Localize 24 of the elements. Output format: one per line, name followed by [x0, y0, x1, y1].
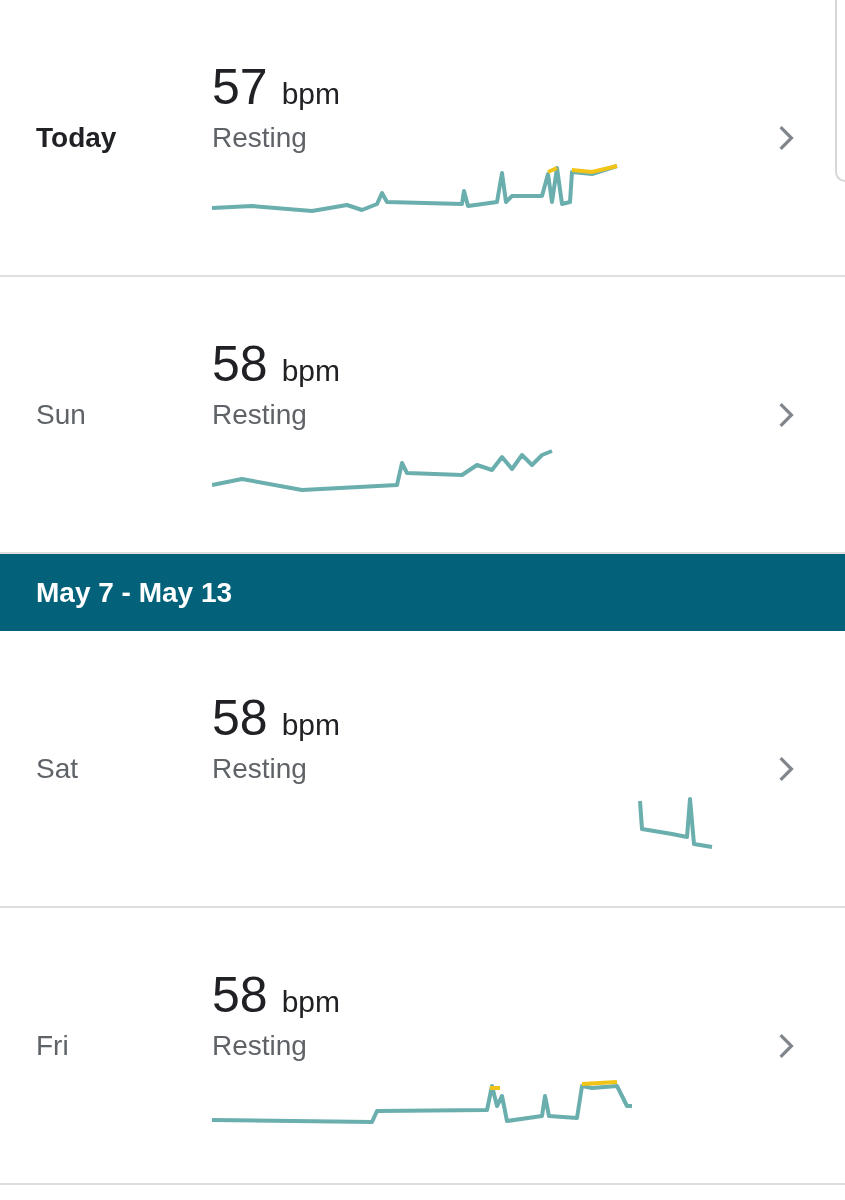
chevron-right-icon[interactable]: [778, 401, 794, 428]
heart-rate-value: 58: [212, 334, 268, 393]
unit-label: bpm: [281, 76, 340, 111]
resting-label: Resting: [212, 752, 307, 785]
day-label: Sat: [35, 752, 80, 785]
resting-label: Resting: [212, 398, 307, 431]
week-range: May 7 - May 13: [36, 576, 233, 609]
heart-rate-value: 57: [212, 57, 268, 116]
unit-label: bpm: [281, 353, 340, 388]
resting-label: Resting: [212, 1029, 307, 1062]
day-row[interactable]: Fri 58 bpm Resting: [0, 908, 845, 1185]
resting-label: Resting: [212, 121, 307, 154]
heart-rate-value: 58: [212, 965, 268, 1024]
day-label: Sun: [35, 398, 87, 431]
heart-rate-value: 58: [212, 688, 268, 747]
day-label: Fri: [35, 1029, 70, 1062]
day-label: Today: [35, 121, 118, 154]
unit-label: bpm: [281, 984, 340, 1019]
unit-label: bpm: [281, 707, 340, 742]
chevron-right-icon[interactable]: [778, 755, 794, 782]
chevron-right-icon[interactable]: [778, 1032, 794, 1059]
chevron-right-icon[interactable]: [778, 124, 794, 151]
day-row[interactable]: Today 57 bpm Resting: [0, 0, 845, 277]
day-row[interactable]: Sat 58 bpm Resting: [0, 631, 845, 908]
